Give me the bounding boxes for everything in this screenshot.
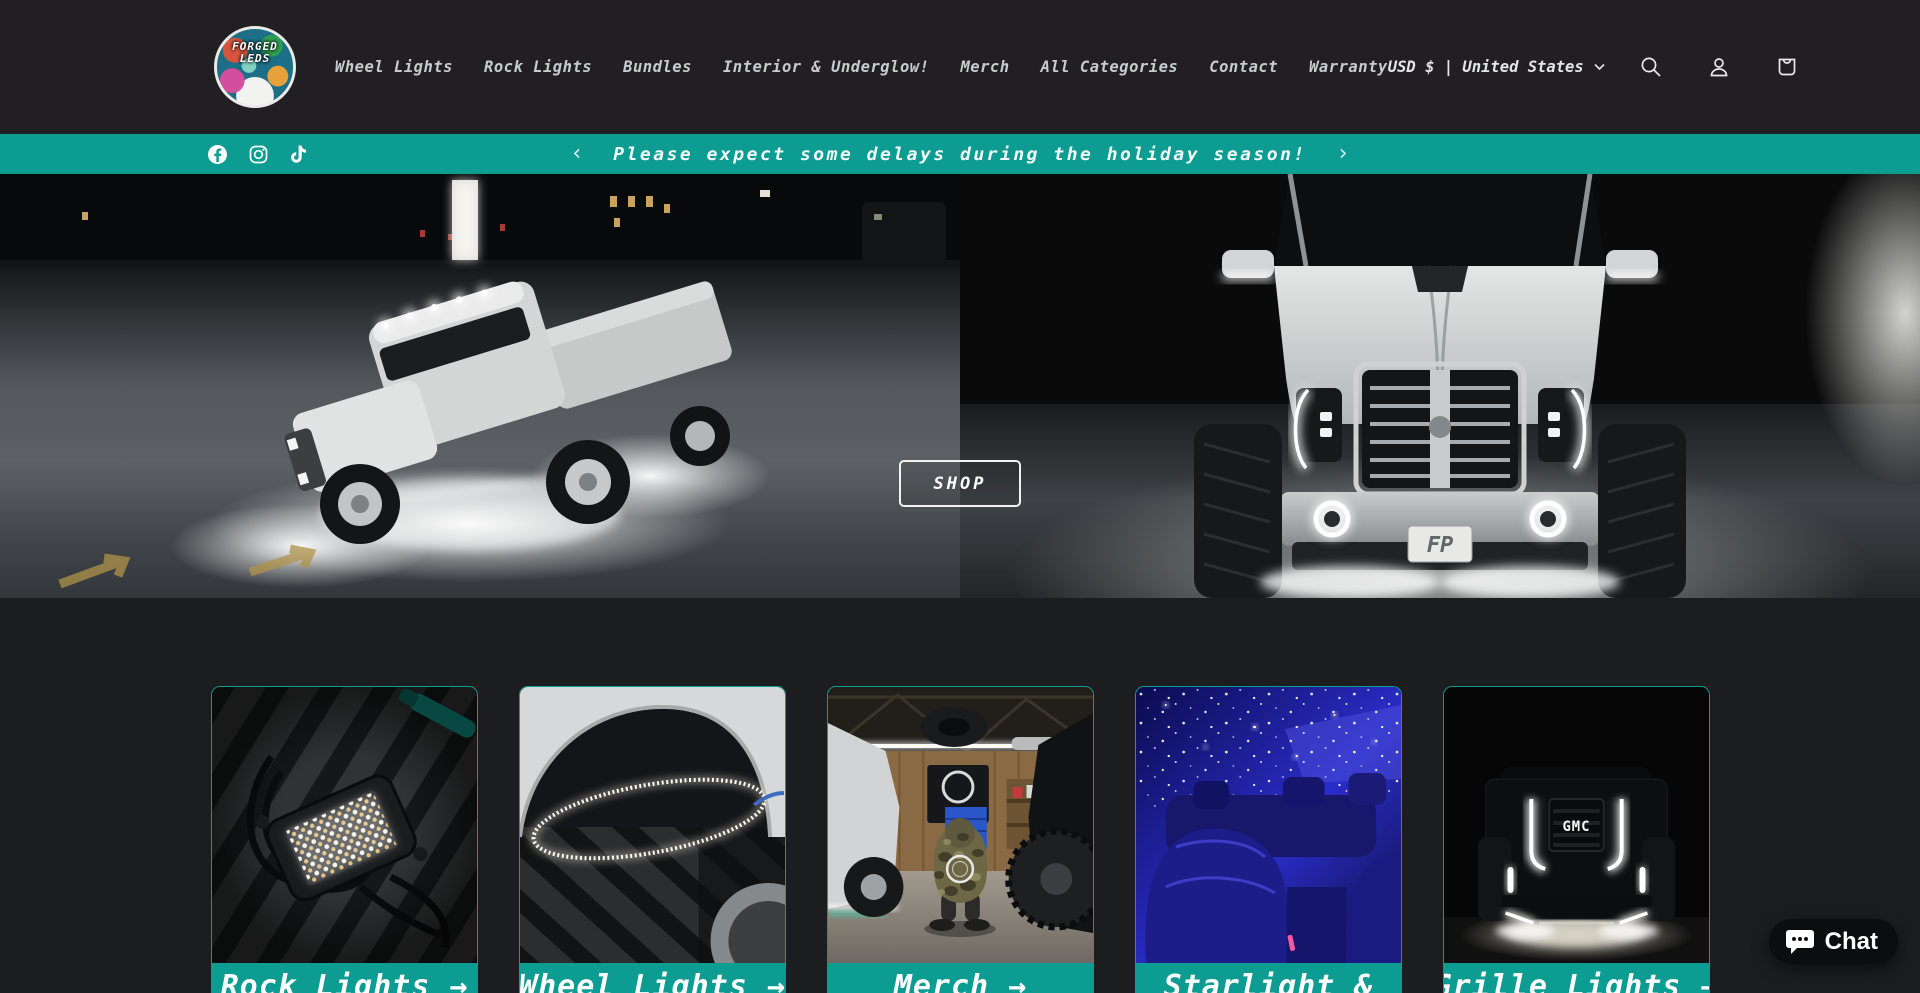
category-card-grille-lights[interactable]: GMC Grille Lights → <box>1443 686 1710 993</box>
wheel-lights-link[interactable]: Wheel Lights → <box>519 969 786 993</box>
nav-wheel-lights[interactable]: Wheel Lights <box>335 58 453 76</box>
announcement-prev-button[interactable]: ‹ <box>566 143 587 165</box>
grille-lights-footer: Grille Lights → <box>1444 963 1709 993</box>
store-logo-text: FORGED LEDS <box>217 41 293 65</box>
nav-all-categories[interactable]: All Categories <box>1041 58 1179 76</box>
chat-label: Chat <box>1825 928 1878 956</box>
starlight-footer: Starlight & <box>1136 963 1401 993</box>
main-nav: Wheel Lights Rock Lights Bundles Interio… <box>335 58 1388 76</box>
license-plate-text: FP <box>1427 533 1454 558</box>
account-button[interactable] <box>1697 45 1741 89</box>
announcement-next-button[interactable]: › <box>1333 143 1354 165</box>
category-card-list: Rock Lights → <box>211 686 1710 993</box>
merch-link[interactable]: Merch → <box>894 969 1027 993</box>
merch-photo <box>828 687 1093 963</box>
tiktok-icon[interactable] <box>287 142 311 166</box>
wheel-lights-footer: Wheel Lights → <box>520 963 785 993</box>
merch-footer: Merch → <box>828 963 1093 993</box>
announcement-slider: ‹ Please expect some delays during the h… <box>566 143 1353 165</box>
grille-lights-photo: GMC <box>1444 687 1709 963</box>
wheel-lights-photo <box>520 687 785 963</box>
shop-button[interactable]: SHOP <box>899 460 1021 507</box>
grille-lights-link[interactable]: Grille Lights → <box>1443 969 1710 993</box>
starlight-photo <box>1136 687 1401 963</box>
facebook-icon[interactable] <box>205 142 229 166</box>
currency-selector[interactable]: USD $ | United States <box>1388 58 1605 76</box>
nav-warranty[interactable]: Warranty <box>1309 58 1388 76</box>
hero-image-left <box>0 174 960 598</box>
search-button[interactable] <box>1629 45 1673 89</box>
nav-interior-underglow[interactable]: Interior & Underglow! <box>723 58 929 76</box>
rock-lights-footer: Rock Lights → <box>212 963 477 993</box>
announcement-text: Please expect some delays during the hol… <box>613 144 1307 165</box>
cart-button[interactable] <box>1765 45 1809 89</box>
starlight-link[interactable]: Starlight & <box>1164 969 1374 993</box>
header-actions: USD $ | United States <box>1388 45 1809 89</box>
chat-bubble-icon <box>1785 928 1815 956</box>
announcement-bar: ‹ Please expect some delays during the h… <box>0 134 1920 174</box>
rock-lights-photo <box>212 687 477 963</box>
grille-badge-text: GMC <box>1562 819 1590 835</box>
nav-rock-lights[interactable]: Rock Lights <box>484 58 592 76</box>
hero-image-right: FP <box>960 174 1920 598</box>
instagram-icon[interactable] <box>246 142 270 166</box>
social-links <box>205 142 311 166</box>
hero-banner: FP SHOP <box>0 174 1920 598</box>
nav-bundles[interactable]: Bundles <box>623 58 692 76</box>
nav-merch[interactable]: Merch <box>960 58 1009 76</box>
category-card-rock-lights[interactable]: Rock Lights → <box>211 686 478 993</box>
rock-lights-link[interactable]: Rock Lights → <box>221 969 469 993</box>
category-card-wheel-lights[interactable]: Wheel Lights → <box>519 686 786 993</box>
chat-widget-button[interactable]: Chat <box>1769 919 1898 964</box>
nav-contact[interactable]: Contact <box>1209 58 1278 76</box>
site-header: FORGED LEDS Wheel Lights Rock Lights Bun… <box>0 0 1920 134</box>
store-logo[interactable]: FORGED LEDS <box>214 26 296 108</box>
search-icon <box>1639 55 1663 79</box>
category-card-starlight[interactable]: Starlight & <box>1135 686 1402 993</box>
cart-icon <box>1775 55 1799 79</box>
chevron-down-icon <box>1594 63 1605 71</box>
account-icon <box>1707 55 1731 79</box>
category-card-merch[interactable]: Merch → <box>827 686 1094 993</box>
